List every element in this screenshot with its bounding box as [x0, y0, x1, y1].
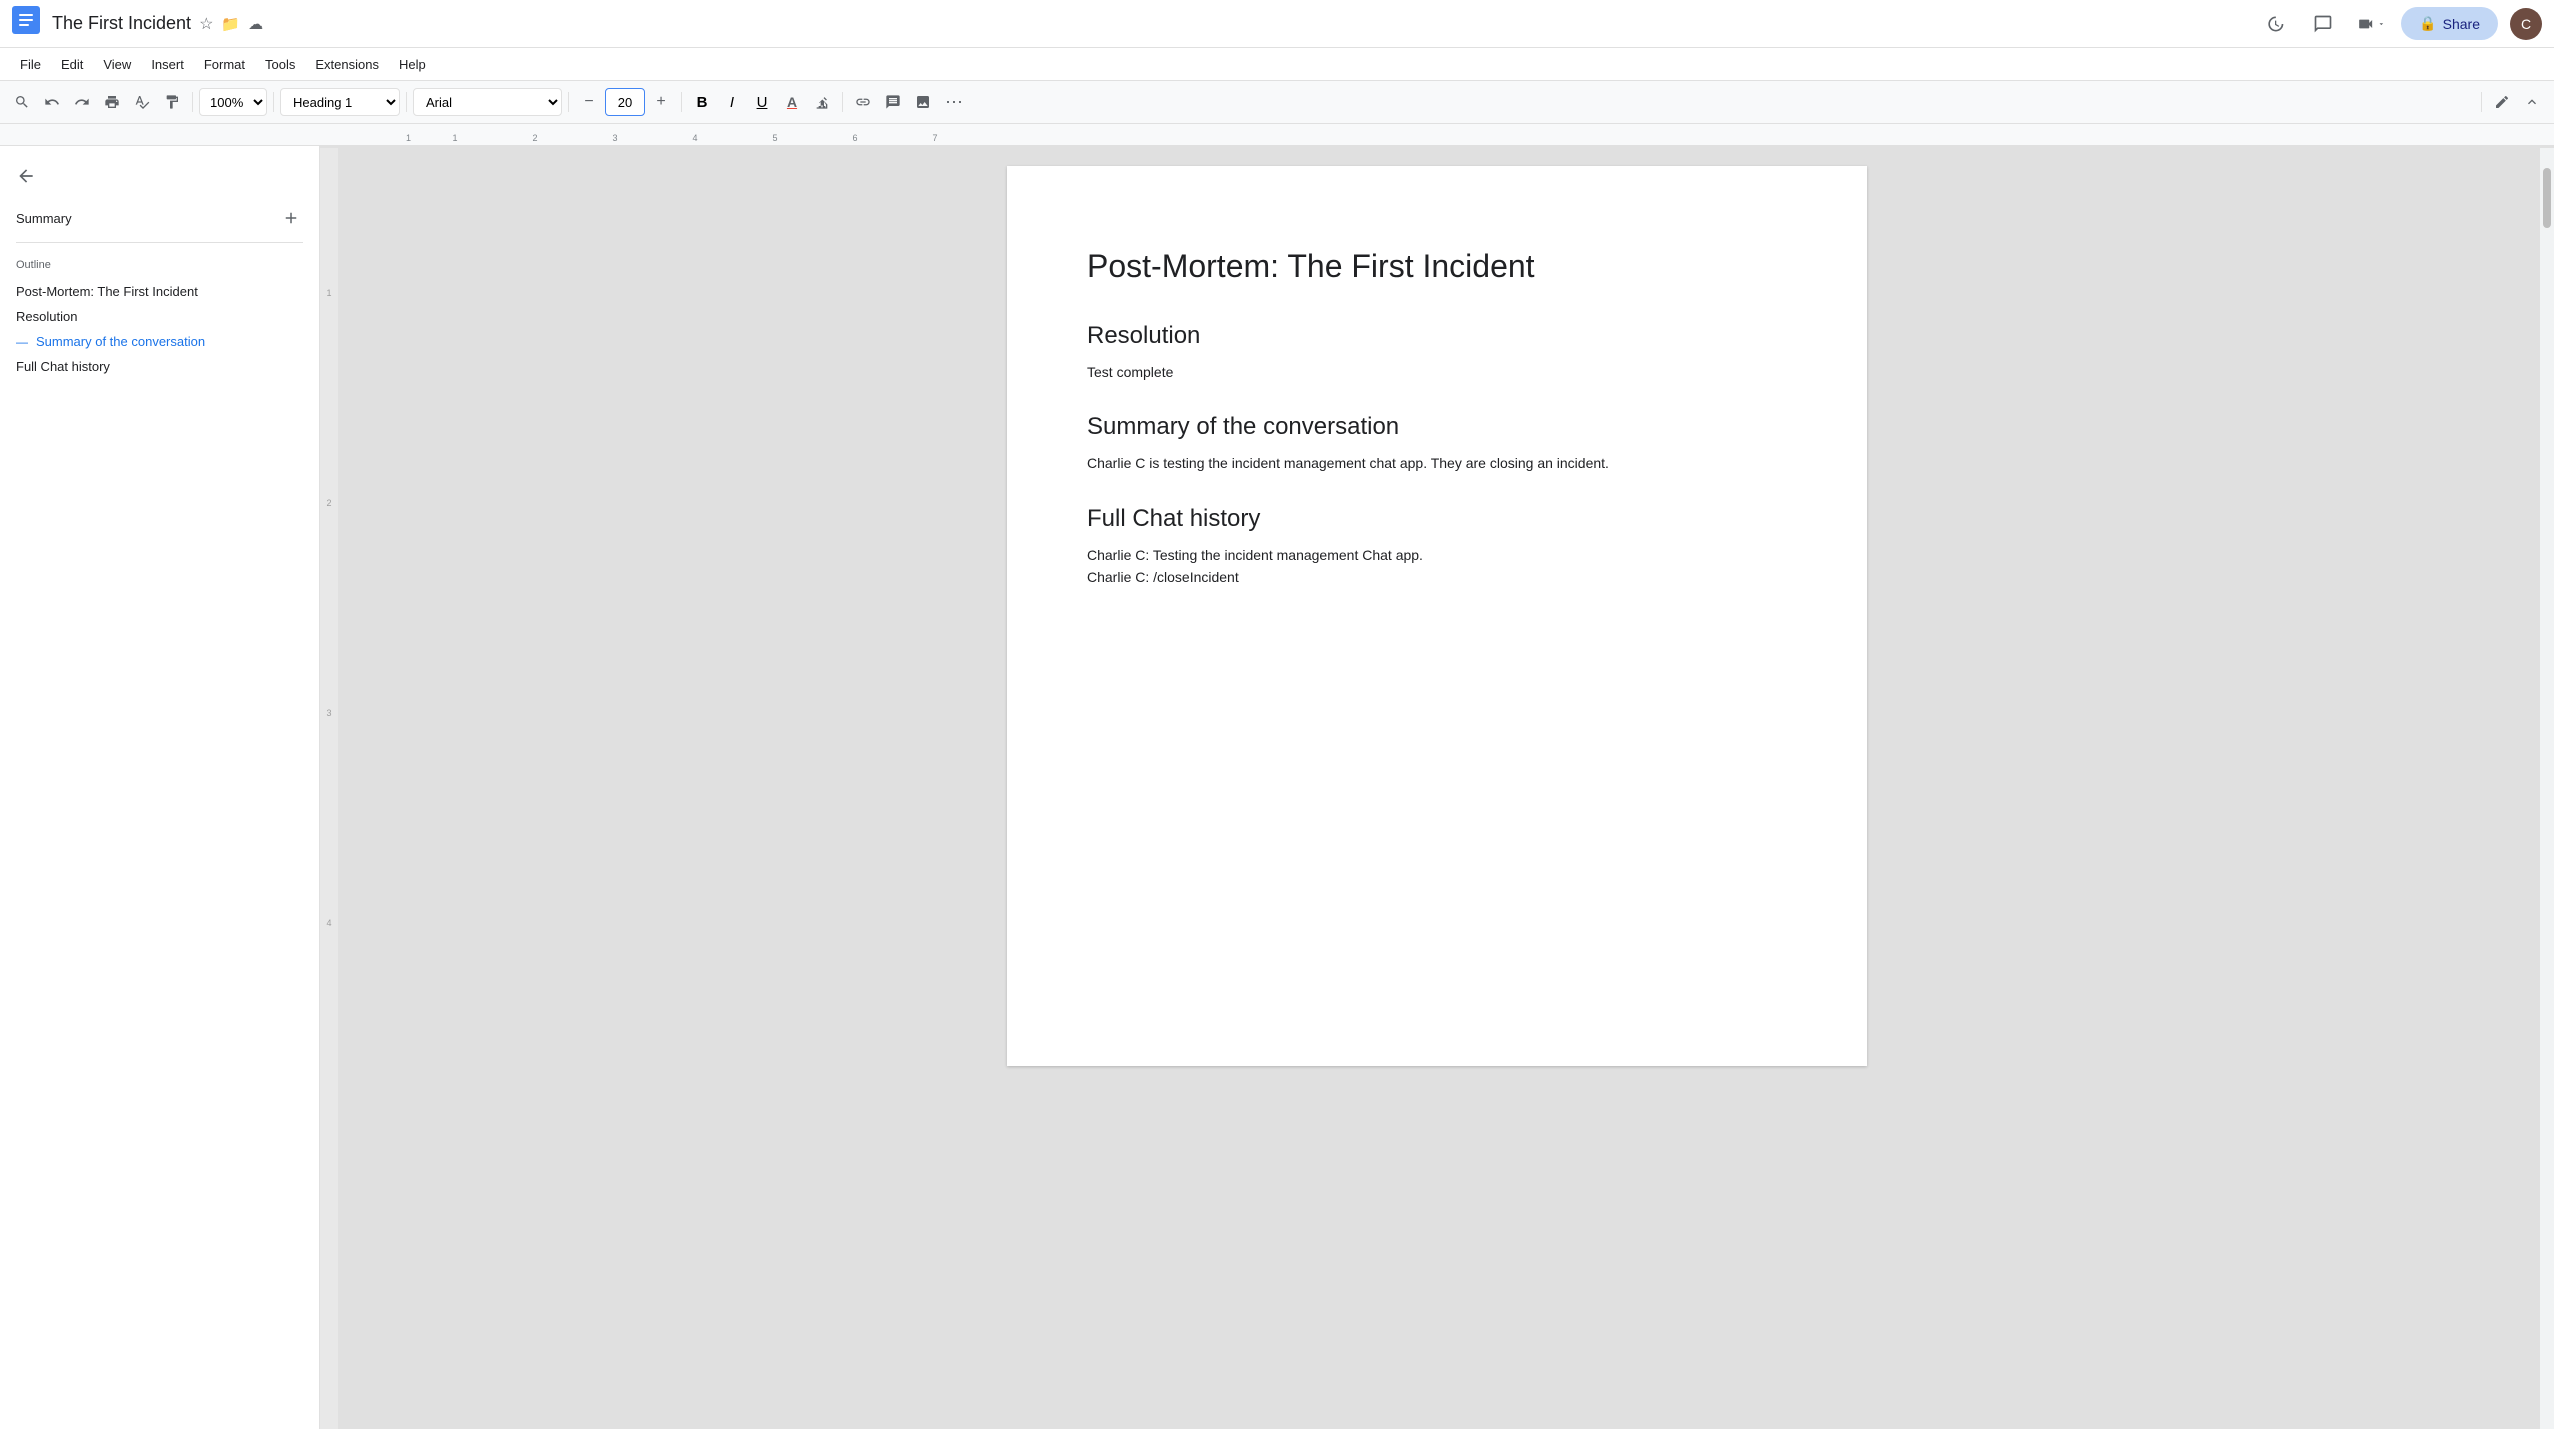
- menu-edit[interactable]: Edit: [53, 53, 91, 76]
- separator-6: [842, 92, 843, 112]
- redo-button[interactable]: [68, 88, 96, 116]
- bold-button[interactable]: B: [688, 88, 716, 116]
- outline-item-summary-conv[interactable]: Summary of the conversation: [0, 329, 319, 354]
- title-bar: The First Incident ☆ 📁 ☁ 🔒 Share C: [0, 0, 2554, 48]
- sidebar-summary-row: Summary: [0, 202, 319, 238]
- underline-button[interactable]: U: [748, 88, 776, 116]
- chat-line-1: Charlie C: Testing the incident manageme…: [1087, 544, 1787, 566]
- doc-area[interactable]: 1 2 3 4 Post-Mortem: The First Incident …: [320, 146, 2554, 1429]
- separator-5: [681, 92, 682, 112]
- spellcheck-button[interactable]: [128, 88, 156, 116]
- ruler: 1 1 2 3 4 5 6 7: [0, 124, 2554, 146]
- menu-extensions[interactable]: Extensions: [307, 53, 387, 76]
- separator-3: [406, 92, 407, 112]
- section-summary-body[interactable]: Charlie C is testing the incident manage…: [1087, 452, 1787, 474]
- section-chat-body[interactable]: Charlie C: Testing the incident manageme…: [1087, 544, 1787, 589]
- page-margin-numbers: 1 2 3 4: [320, 148, 338, 1429]
- zoom-selector[interactable]: 100% 75% 125% 150%: [199, 88, 267, 116]
- paint-format-button[interactable]: [158, 88, 186, 116]
- lock-icon: 🔒: [2419, 15, 2436, 32]
- menu-file[interactable]: File: [12, 53, 49, 76]
- folder-icon[interactable]: 📁: [221, 15, 240, 33]
- print-button[interactable]: [98, 88, 126, 116]
- menu-format[interactable]: Format: [196, 53, 253, 76]
- main-area: Summary Outline Post-Mortem: The First I…: [0, 146, 2554, 1429]
- outline-item-post-mortem[interactable]: Post-Mortem: The First Incident: [0, 279, 319, 304]
- increase-font-button[interactable]: +: [647, 88, 675, 116]
- document-page[interactable]: Post-Mortem: The First Incident Resoluti…: [1007, 166, 1867, 1066]
- menu-insert[interactable]: Insert: [143, 53, 192, 76]
- insert-image-button[interactable]: [909, 88, 937, 116]
- history-button[interactable]: [2257, 6, 2293, 42]
- toolbar: 100% 75% 125% 150% Heading 1 Normal text…: [0, 80, 2554, 124]
- style-selector[interactable]: Heading 1 Normal text Heading 2 Heading …: [280, 88, 400, 116]
- undo-button[interactable]: [38, 88, 66, 116]
- section-resolution-heading[interactable]: Resolution: [1087, 320, 1787, 351]
- add-summary-button[interactable]: [279, 206, 303, 230]
- star-icon[interactable]: ☆: [199, 14, 213, 34]
- outline-label: Outline: [0, 259, 319, 271]
- section-chat-heading[interactable]: Full Chat history: [1087, 503, 1787, 534]
- search-button[interactable]: [8, 88, 36, 116]
- avatar[interactable]: C: [2510, 8, 2542, 40]
- outline-item-full-chat[interactable]: Full Chat history: [0, 354, 319, 379]
- section-resolution-body[interactable]: Test complete: [1087, 361, 1787, 383]
- document-title[interactable]: The First Incident: [52, 13, 191, 34]
- font-selector[interactable]: Arial Times New Roman Georgia: [413, 88, 562, 116]
- highlight-button[interactable]: [808, 88, 836, 116]
- sidebar-back-button[interactable]: [0, 162, 319, 190]
- font-size-input[interactable]: 20: [605, 88, 645, 116]
- docs-logo-icon: [12, 6, 40, 41]
- link-button[interactable]: [849, 88, 877, 116]
- document-main-title[interactable]: Post-Mortem: The First Incident: [1087, 246, 1787, 288]
- chat-line-2: Charlie C: /closeIncident: [1087, 566, 1787, 588]
- italic-button[interactable]: I: [718, 88, 746, 116]
- summary-label: Summary: [16, 211, 72, 226]
- more-options-button[interactable]: ⋯: [939, 88, 969, 116]
- menu-bar: File Edit View Insert Format Tools Exten…: [0, 48, 2554, 80]
- menu-view[interactable]: View: [95, 53, 139, 76]
- collapse-toolbar-button[interactable]: [2518, 88, 2546, 116]
- decrease-font-button[interactable]: −: [575, 88, 603, 116]
- outline-item-resolution[interactable]: Resolution: [0, 304, 319, 329]
- separator-7: [2481, 92, 2482, 112]
- menu-help[interactable]: Help: [391, 53, 434, 76]
- share-label: Share: [2443, 16, 2480, 32]
- separator-1: [192, 92, 193, 112]
- scrollbar[interactable]: [2540, 148, 2554, 1429]
- video-call-button[interactable]: [2353, 6, 2389, 42]
- edit-mode-button[interactable]: [2488, 88, 2516, 116]
- title-bar-right: 🔒 Share C: [2257, 6, 2542, 42]
- cloud-icon[interactable]: ☁: [248, 15, 263, 33]
- section-summary-heading[interactable]: Summary of the conversation: [1087, 411, 1787, 442]
- sidebar-divider: [16, 242, 303, 243]
- separator-2: [273, 92, 274, 112]
- text-color-button[interactable]: A: [778, 88, 806, 116]
- menu-tools[interactable]: Tools: [257, 53, 303, 76]
- separator-4: [568, 92, 569, 112]
- sidebar: Summary Outline Post-Mortem: The First I…: [0, 146, 320, 1429]
- share-button[interactable]: 🔒 Share: [2401, 7, 2498, 40]
- insert-comment-button[interactable]: [879, 88, 907, 116]
- scroll-thumb[interactable]: [2543, 168, 2551, 228]
- comments-button[interactable]: [2305, 6, 2341, 42]
